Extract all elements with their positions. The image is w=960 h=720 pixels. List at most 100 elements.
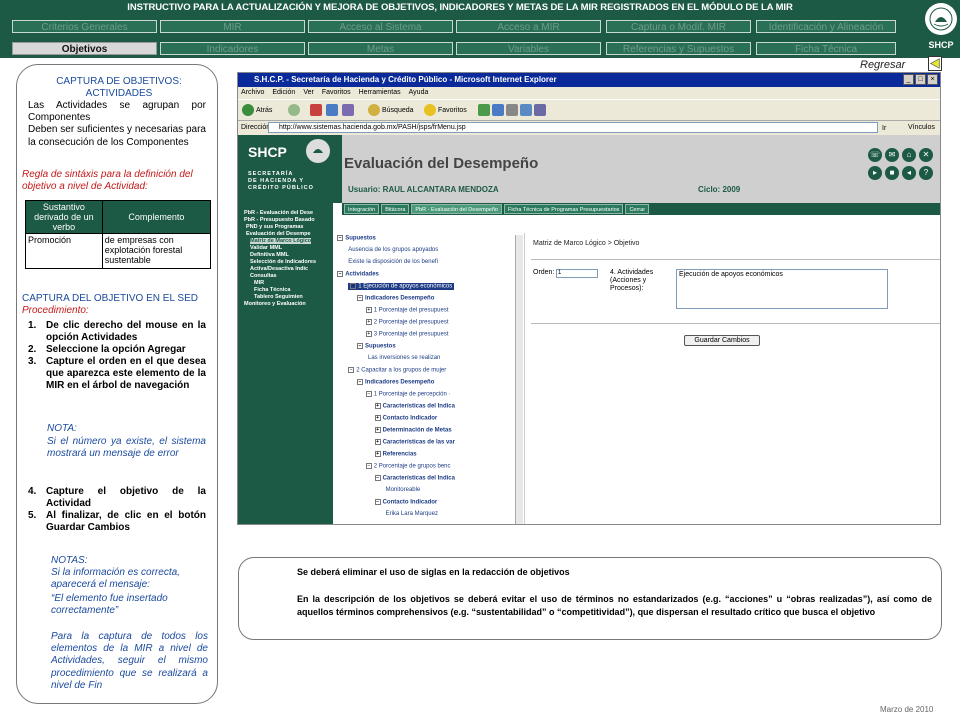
help-icon[interactable]: ? (919, 166, 933, 180)
browser-menu-item[interactable]: Edición (272, 89, 295, 96)
tree-node[interactable]: −1 Ejecución de apoyos económicos (348, 283, 455, 290)
tree-node[interactable]: − Actividades (337, 271, 379, 278)
home-button[interactable] (342, 104, 354, 116)
tree-node[interactable]: + Contacto Indicador (374, 415, 437, 422)
tree-node[interactable]: + Características de las var (374, 439, 455, 446)
close-icon[interactable]: ✕ (919, 148, 933, 162)
sidebar-item[interactable]: Evaluación del Desempe (246, 231, 311, 237)
expand-icon[interactable]: + (365, 319, 372, 325)
nav-button[interactable]: Identificación y Alineación (756, 20, 896, 33)
collapse-icon[interactable]: − (337, 271, 344, 277)
collapse-icon[interactable]: − (350, 283, 357, 289)
collapse-icon[interactable]: − (365, 463, 372, 469)
nav-button[interactable]: Metas (308, 42, 453, 55)
go-button[interactable]: Ir (882, 122, 886, 136)
sidebar-item[interactable]: Matriz de Marco Lógico (250, 238, 312, 244)
nav-button[interactable]: Criterios Generales (12, 20, 157, 33)
tree-node[interactable]: −2 Porcentaje de grupos benc (365, 463, 451, 470)
expand-icon[interactable]: + (374, 439, 381, 445)
app-tab[interactable]: Bitácora (381, 204, 410, 214)
expand-icon[interactable]: + (374, 415, 381, 421)
mail-icon[interactable]: ✉ (885, 148, 899, 162)
tree-node[interactable]: − Contacto Indicador (374, 499, 437, 506)
app-tab[interactable]: Integración (344, 204, 380, 214)
sidebar-item[interactable]: Activa/Desactiva Indic (250, 266, 308, 272)
nav-button[interactable]: Referencias y Supuestos (606, 42, 751, 55)
sidebar-item[interactable]: MIR (254, 280, 264, 286)
tree-node[interactable]: − Supuestos (337, 235, 376, 242)
search-button[interactable]: Búsqueda (368, 104, 414, 116)
tree-node[interactable]: − Características del Indica (374, 475, 455, 482)
browser-menu-item[interactable]: Ayuda (409, 89, 429, 96)
sidebar-item[interactable]: Definitiva MML (250, 252, 289, 258)
sidebar-item[interactable]: Monitoreo y Evaluación (244, 301, 306, 307)
back-icon[interactable]: ◂ (902, 166, 916, 180)
app-tab[interactable]: Cerrar (625, 204, 650, 214)
minimize-icon[interactable]: _ (903, 74, 914, 85)
favorites-button[interactable]: Favoritos (424, 104, 467, 116)
sidebar-item[interactable]: PbR - Evaluación del Dese (244, 210, 313, 216)
stop-button[interactable] (310, 104, 322, 116)
activity-textarea[interactable]: Ejecución de apoyos económicos (676, 269, 888, 309)
nav-button[interactable]: MIR (160, 20, 305, 33)
sidebar-item[interactable]: Tablero Seguimien (254, 294, 303, 300)
collapse-icon[interactable]: − (374, 499, 381, 505)
tree-node[interactable]: Erika Lara Marquez (386, 511, 438, 517)
forward-icon[interactable]: ▸ (868, 166, 882, 180)
tree-node[interactable]: − Indicadores Desempeño (357, 295, 434, 302)
collapse-icon[interactable]: − (374, 475, 381, 481)
expand-icon[interactable]: + (374, 427, 381, 433)
nav-button[interactable]: Objetivos (12, 42, 157, 55)
expand-icon[interactable]: + (374, 403, 381, 409)
tree-node[interactable]: + Referencias (374, 451, 417, 458)
browser-menu-item[interactable]: Herramientas (359, 89, 401, 96)
browser-menu-item[interactable]: Favoritos (322, 89, 351, 96)
sidebar-item[interactable]: Consultas (250, 273, 277, 279)
home-icon[interactable]: ⌂ (902, 148, 916, 162)
collapse-icon[interactable]: − (337, 235, 344, 241)
app-tab[interactable]: PbR - Evaluación del Desempeño (411, 204, 502, 214)
nav-button[interactable]: Acceso al Sistema (308, 20, 453, 33)
tree-node[interactable]: +1 Porcentaje del presupuest (365, 307, 449, 314)
collapse-icon[interactable]: − (357, 343, 363, 349)
tree-node[interactable]: −1 Porcentaje de percepción · (365, 391, 451, 398)
tree-node[interactable]: + Determinación de Metas (374, 427, 452, 434)
orden-input[interactable]: 1 (556, 269, 598, 278)
sidebar-item[interactable]: PND y sus Programas (246, 224, 303, 230)
nav-button[interactable]: Captura o Modif. MIR (606, 20, 751, 33)
nav-button[interactable]: Acceso a MIR (456, 20, 601, 33)
tree-node[interactable]: − Supuestos (357, 343, 396, 350)
expand-icon[interactable]: + (374, 451, 381, 457)
stop-icon[interactable]: ■ (885, 166, 899, 180)
tree-node[interactable]: −2 Capacitar a los grupos de mujer (348, 367, 446, 374)
close-icon[interactable]: × (927, 74, 938, 85)
sidebar-item[interactable]: Validar MML (250, 245, 282, 251)
tree-node[interactable]: Ausencia de los grupos apoyados (348, 247, 438, 253)
app-tab[interactable]: Ficha Técnica de Programas Presupuestari… (503, 204, 624, 214)
history-button[interactable] (478, 104, 546, 116)
refresh-button[interactable] (326, 104, 338, 116)
back-button[interactable]: Atrás (242, 104, 272, 116)
nav-button[interactable]: Variables (456, 42, 601, 55)
nav-button[interactable]: Indicadores (160, 42, 305, 55)
tree-node[interactable]: − Indicadores Desempeño (357, 379, 434, 386)
save-button[interactable]: Guardar Cambios (684, 335, 760, 346)
sidebar-item[interactable]: Selección de Indicadores (250, 259, 316, 265)
address-input[interactable]: http://www.sistemas.hacienda.gob.mx/PASH… (268, 122, 878, 133)
collapse-icon[interactable]: − (357, 295, 363, 301)
maximize-icon[interactable]: □ (915, 74, 926, 85)
links-label[interactable]: Vínculos (908, 121, 935, 135)
regresar-link[interactable]: Regresar (860, 59, 905, 71)
expand-icon[interactable]: + (365, 307, 372, 313)
nav-button[interactable]: Ficha Técnica (756, 42, 896, 55)
tree-node[interactable]: Monitoreable (386, 487, 421, 493)
tree-node[interactable]: + Características del Indica (374, 403, 455, 410)
forward-button[interactable] (288, 104, 300, 116)
sidebar-item[interactable]: PbR - Presupuesto Basado (244, 217, 315, 223)
collapse-icon[interactable]: − (365, 391, 372, 397)
tree-node[interactable]: Las inversiones se realizan (368, 355, 440, 361)
tree-node[interactable]: Existe la disposición de los benefi (348, 259, 438, 265)
browser-menu-item[interactable]: Archivo (241, 89, 264, 96)
back-arrow-icon[interactable] (928, 56, 942, 71)
tree-scrollbar[interactable] (515, 235, 523, 524)
